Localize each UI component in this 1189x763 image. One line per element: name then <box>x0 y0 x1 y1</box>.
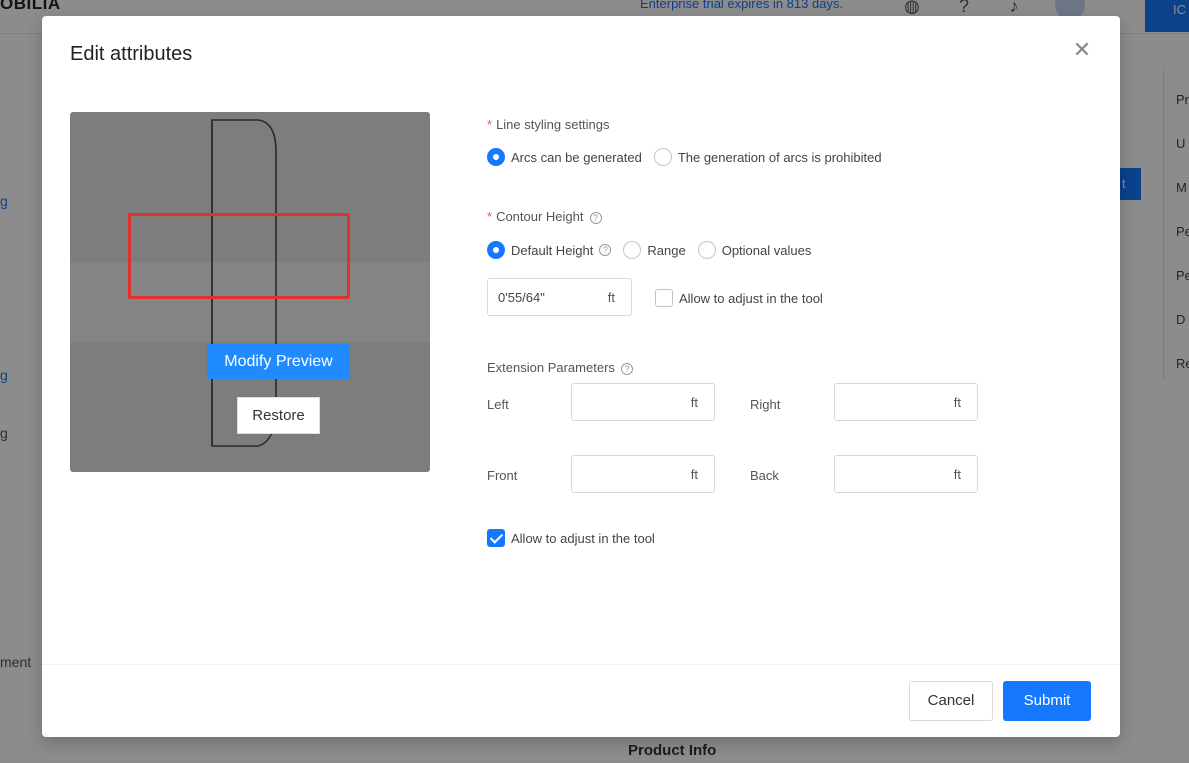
contour-allow-adjust-checkbox[interactable]: Allow to adjust in the tool <box>655 289 823 307</box>
radio-range[interactable]: Range <box>623 241 686 259</box>
contour-height-value: 0'55/64" <box>498 290 545 305</box>
front-label: Front <box>487 468 518 483</box>
close-icon[interactable]: ✕ <box>1072 39 1092 61</box>
unit-label: ft <box>953 395 961 410</box>
radio-optional-values[interactable]: Optional values <box>697 241 811 259</box>
right-label: Right <box>750 397 781 412</box>
contour-height-radio-group: Default Height ? Range Optional values <box>487 241 823 259</box>
radio-arcs-generated[interactable]: Arcs can be generated <box>487 148 642 166</box>
cancel-button[interactable]: Cancel <box>909 681 993 721</box>
checkbox[interactable] <box>487 529 505 547</box>
contour-height-input[interactable]: 0'55/64" ft <box>487 278 632 316</box>
unit-label: ft <box>953 467 961 482</box>
modify-preview-button[interactable]: Modify Preview <box>207 344 350 379</box>
question-icon[interactable]: ? <box>599 244 612 256</box>
radio-dot[interactable] <box>697 241 716 259</box>
submit-button[interactable]: Submit <box>1003 681 1091 721</box>
question-icon[interactable]: ? <box>589 212 602 224</box>
unit-label: ft <box>690 467 698 482</box>
footer-divider <box>42 664 1120 665</box>
edit-attributes-modal: Edit attributes ✕ Modify Preview Restore… <box>42 16 1120 737</box>
radio-dot[interactable] <box>487 241 505 259</box>
checkbox[interactable] <box>655 289 673 307</box>
unit-label: ft <box>607 290 615 305</box>
radio-dot[interactable] <box>487 148 505 166</box>
right-input[interactable]: ft <box>834 383 978 421</box>
line-styling-label: * Line styling settings <box>487 117 610 132</box>
question-icon[interactable]: ? <box>620 363 633 375</box>
radio-dot[interactable] <box>623 241 642 259</box>
back-input[interactable]: ft <box>834 455 978 493</box>
extension-allow-adjust-checkbox[interactable]: Allow to adjust in the tool <box>487 529 655 547</box>
preview-panel: Modify Preview Restore <box>70 112 430 472</box>
required-mark: * <box>487 117 493 132</box>
left-input[interactable]: ft <box>571 383 715 421</box>
line-styling-radio-group: Arcs can be generated The generation of … <box>487 148 894 166</box>
contour-height-label: * Contour Height? <box>487 209 602 224</box>
back-label: Back <box>750 468 779 483</box>
unit-label: ft <box>690 395 698 410</box>
restore-button[interactable]: Restore <box>237 397 320 434</box>
radio-arcs-prohibited[interactable]: The generation of arcs is prohibited <box>653 148 882 166</box>
extension-parameters-label: Extension Parameters? <box>487 360 633 375</box>
radio-dot[interactable] <box>653 148 672 166</box>
radio-default-height[interactable]: Default Height ? <box>487 241 612 259</box>
required-mark: * <box>487 209 493 224</box>
front-input[interactable]: ft <box>571 455 715 493</box>
left-label: Left <box>487 397 509 412</box>
modal-title: Edit attributes <box>70 43 193 65</box>
